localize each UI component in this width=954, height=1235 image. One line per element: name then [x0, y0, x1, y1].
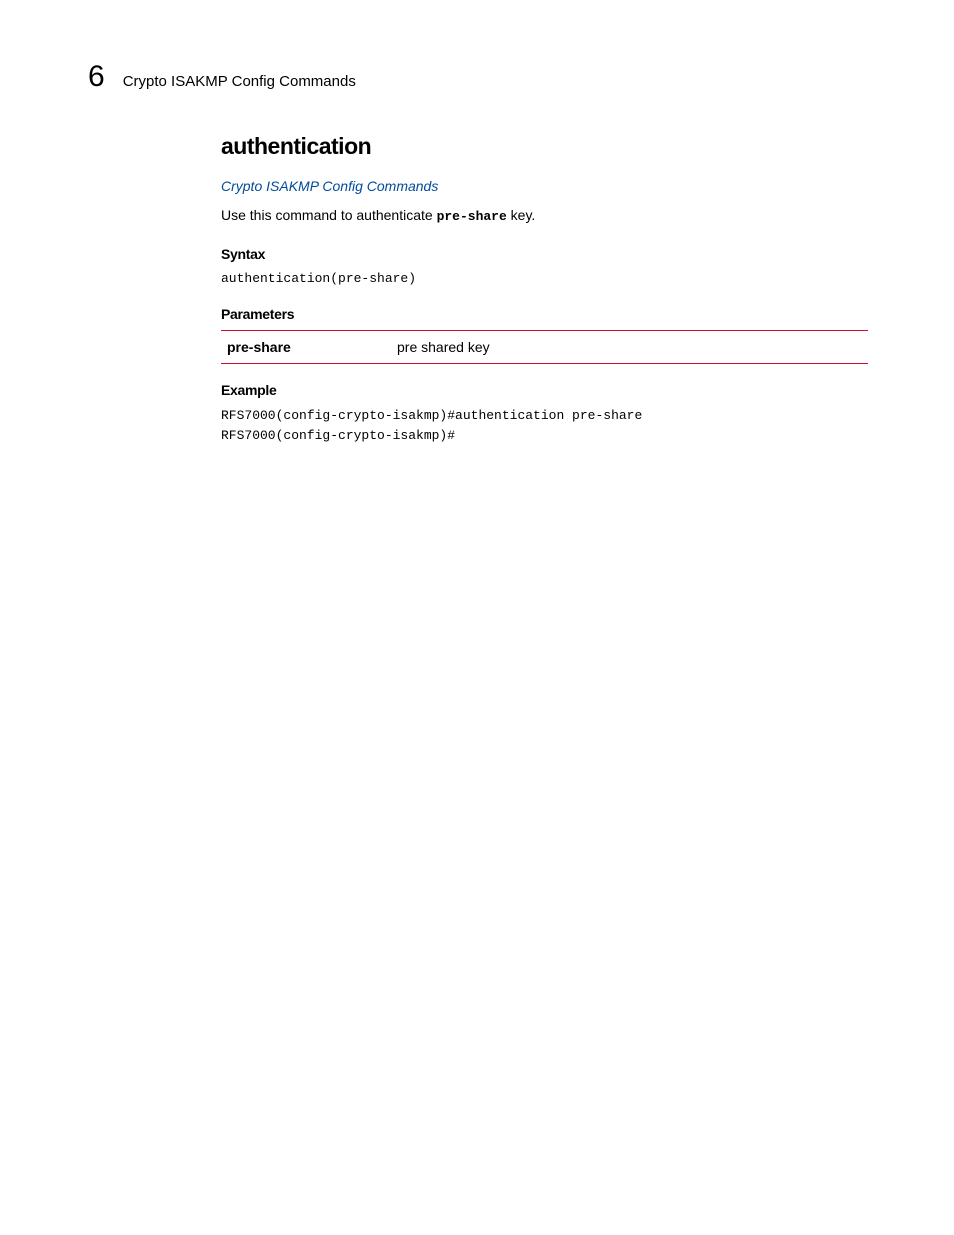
content-area: authentication Crypto ISAKMP Config Comm…	[221, 133, 868, 463]
param-name-cell: pre-share	[221, 331, 391, 364]
intro-suffix: key.	[507, 207, 536, 223]
parameters-table: pre-share pre shared key	[221, 330, 868, 364]
parameters-label: Parameters	[221, 306, 868, 322]
parameters-section: Parameters pre-share pre shared key	[221, 306, 868, 364]
syntax-section: Syntax authentication(pre-share)	[221, 246, 868, 288]
param-desc-cell: pre shared key	[391, 331, 868, 364]
example-section: Example RFS7000(config-crypto-isakmp)#au…	[221, 382, 868, 445]
syntax-label: Syntax	[221, 246, 868, 262]
table-row: pre-share pre shared key	[221, 331, 868, 364]
main-heading: authentication	[221, 133, 868, 160]
example-label: Example	[221, 382, 868, 398]
intro-mono: pre-share	[437, 209, 507, 224]
header-title: Crypto ISAKMP Config Commands	[123, 73, 356, 90]
syntax-code: authentication(pre-share)	[221, 270, 868, 288]
example-code: RFS7000(config-crypto-isakmp)#authentica…	[221, 406, 868, 445]
page-header: 6 Crypto ISAKMP Config Commands	[88, 60, 356, 94]
breadcrumb-link[interactable]: Crypto ISAKMP Config Commands	[221, 178, 868, 194]
intro-paragraph: Use this command to authenticate pre-sha…	[221, 206, 868, 226]
chapter-number: 6	[88, 60, 105, 94]
intro-prefix: Use this command to authenticate	[221, 207, 437, 223]
